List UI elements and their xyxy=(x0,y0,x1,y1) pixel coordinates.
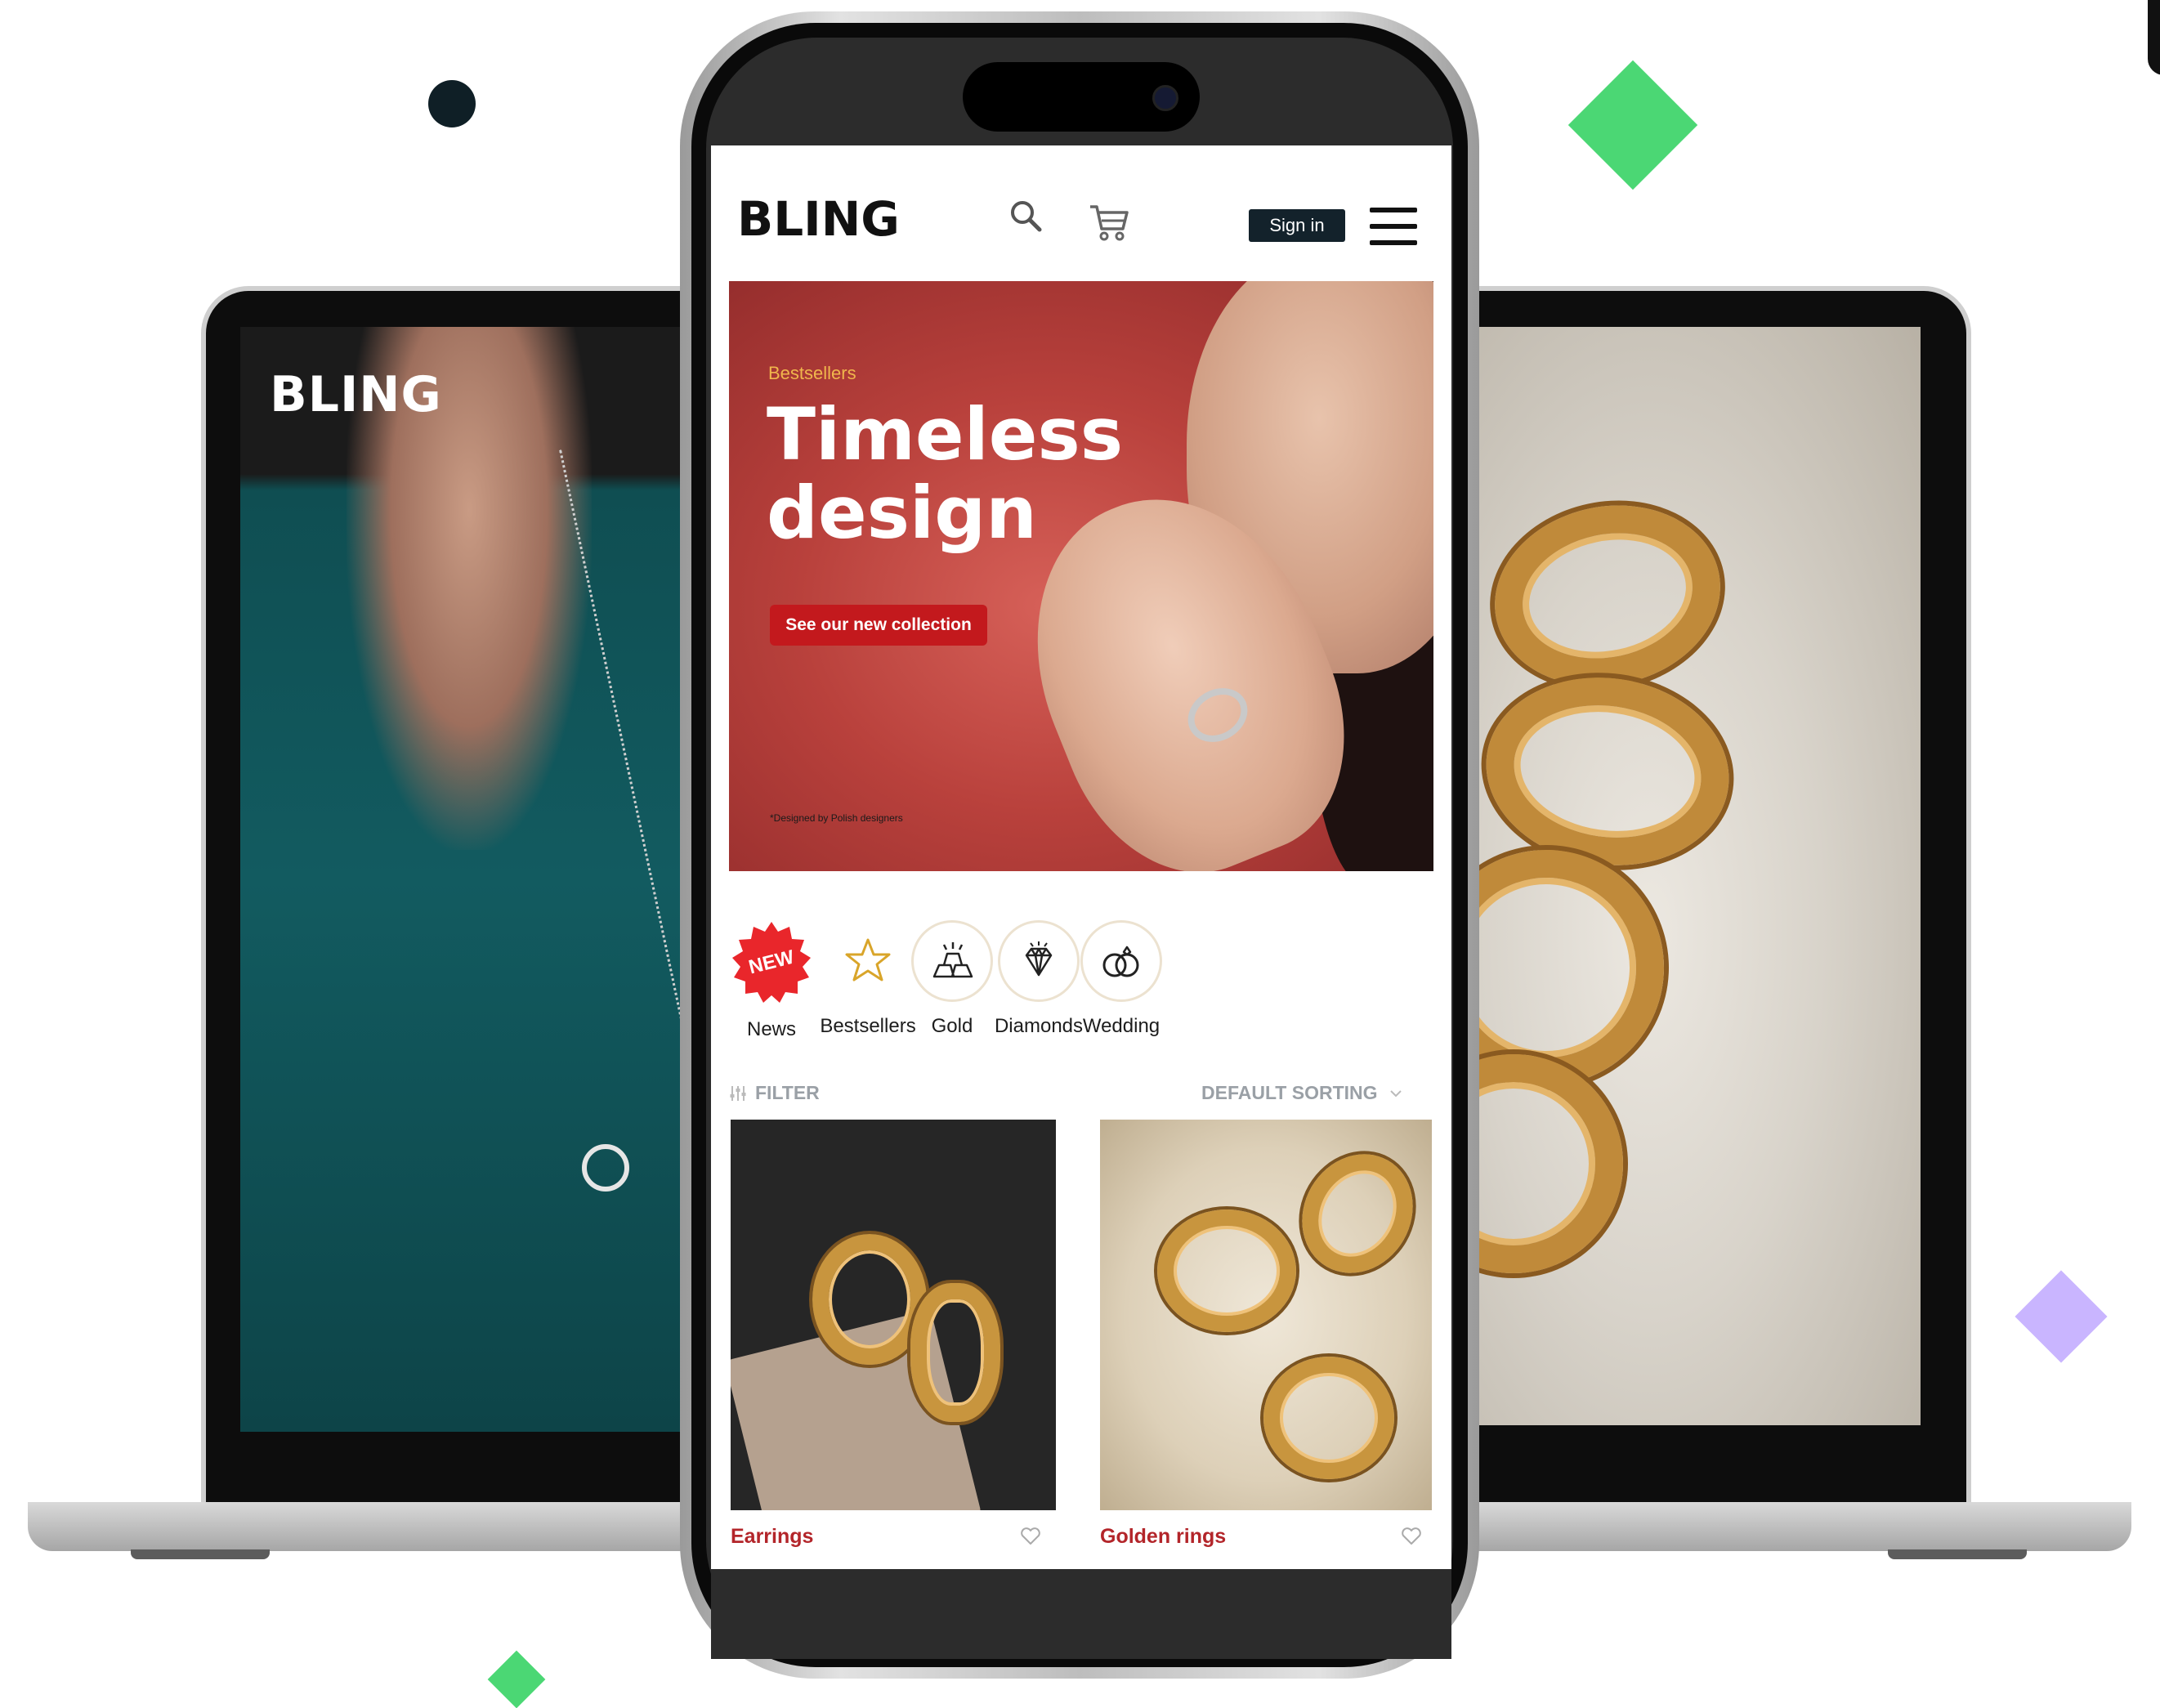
decorative-dot xyxy=(428,80,476,127)
hero-footnote: *Designed by Polish designers xyxy=(770,812,903,824)
product-image-golden-rings[interactable] xyxy=(1100,1120,1432,1510)
decorative-green-diamond xyxy=(1567,60,1698,190)
cart-icon[interactable] xyxy=(1089,203,1129,242)
gold-ring-image xyxy=(1157,1209,1296,1332)
sliders-icon xyxy=(730,1085,746,1101)
search-icon[interactable] xyxy=(1009,199,1042,232)
laptop-foot xyxy=(131,1549,270,1559)
necklace-pendant-image xyxy=(582,1144,629,1192)
gold-ring-image xyxy=(1469,1054,1623,1273)
category-label: Wedding xyxy=(1082,1015,1160,1037)
hero-title: Timeless design xyxy=(767,392,1124,555)
laptop-logo: BLING xyxy=(270,366,442,423)
hero-banner[interactable]: Bestsellers Timeless design See our new … xyxy=(729,281,1433,871)
wedding-rings-icon xyxy=(1080,920,1162,1002)
hero-subtitle: Bestsellers xyxy=(768,363,856,383)
earring-image xyxy=(812,1234,927,1365)
decorative-purple-diamond xyxy=(2015,1270,2108,1363)
product-name[interactable]: Earrings xyxy=(731,1525,813,1549)
app-logo[interactable]: BLING xyxy=(737,191,900,247)
product-image-earrings[interactable] xyxy=(731,1120,1056,1510)
sign-in-button[interactable]: Sign in xyxy=(1249,209,1345,242)
chevron-down-icon xyxy=(1389,1089,1402,1097)
gold-ring-image xyxy=(1474,662,1742,881)
phone-bottom-bezel xyxy=(711,1569,1451,1659)
category-wedding[interactable]: Wedding xyxy=(1056,920,1187,1038)
hamburger-menu-icon[interactable] xyxy=(1370,208,1417,245)
laptop-foot xyxy=(1888,1549,2027,1559)
heart-icon[interactable] xyxy=(1020,1527,1041,1546)
new-badge-icon: NEW xyxy=(729,920,814,1005)
decorative-small-green-diamond xyxy=(487,1650,546,1708)
gold-ring-image xyxy=(1281,1133,1432,1294)
product-name[interactable]: Golden rings xyxy=(1100,1525,1226,1549)
camera-icon xyxy=(1152,85,1178,111)
see-collection-button[interactable]: See our new collection xyxy=(770,605,987,646)
laptop-screen-left: BLING xyxy=(240,327,698,1432)
gold-ring-image xyxy=(1478,485,1737,707)
filter-label: FILTER xyxy=(755,1082,820,1103)
sorting-dropdown[interactable]: DEFAULT SORTING xyxy=(1201,1082,1402,1104)
heart-icon[interactable] xyxy=(1401,1527,1422,1546)
laptop-screen-right xyxy=(1469,327,1921,1425)
filter-button[interactable]: FILTER xyxy=(729,1082,820,1104)
app-screen: BLING Sign in Bestsellers Timeless desig… xyxy=(711,145,1451,1569)
sorting-label: DEFAULT SORTING xyxy=(1201,1082,1378,1103)
decorative-corner-shape xyxy=(2148,0,2160,75)
earring-image xyxy=(910,1283,1000,1422)
gold-ring-image xyxy=(1263,1357,1394,1479)
